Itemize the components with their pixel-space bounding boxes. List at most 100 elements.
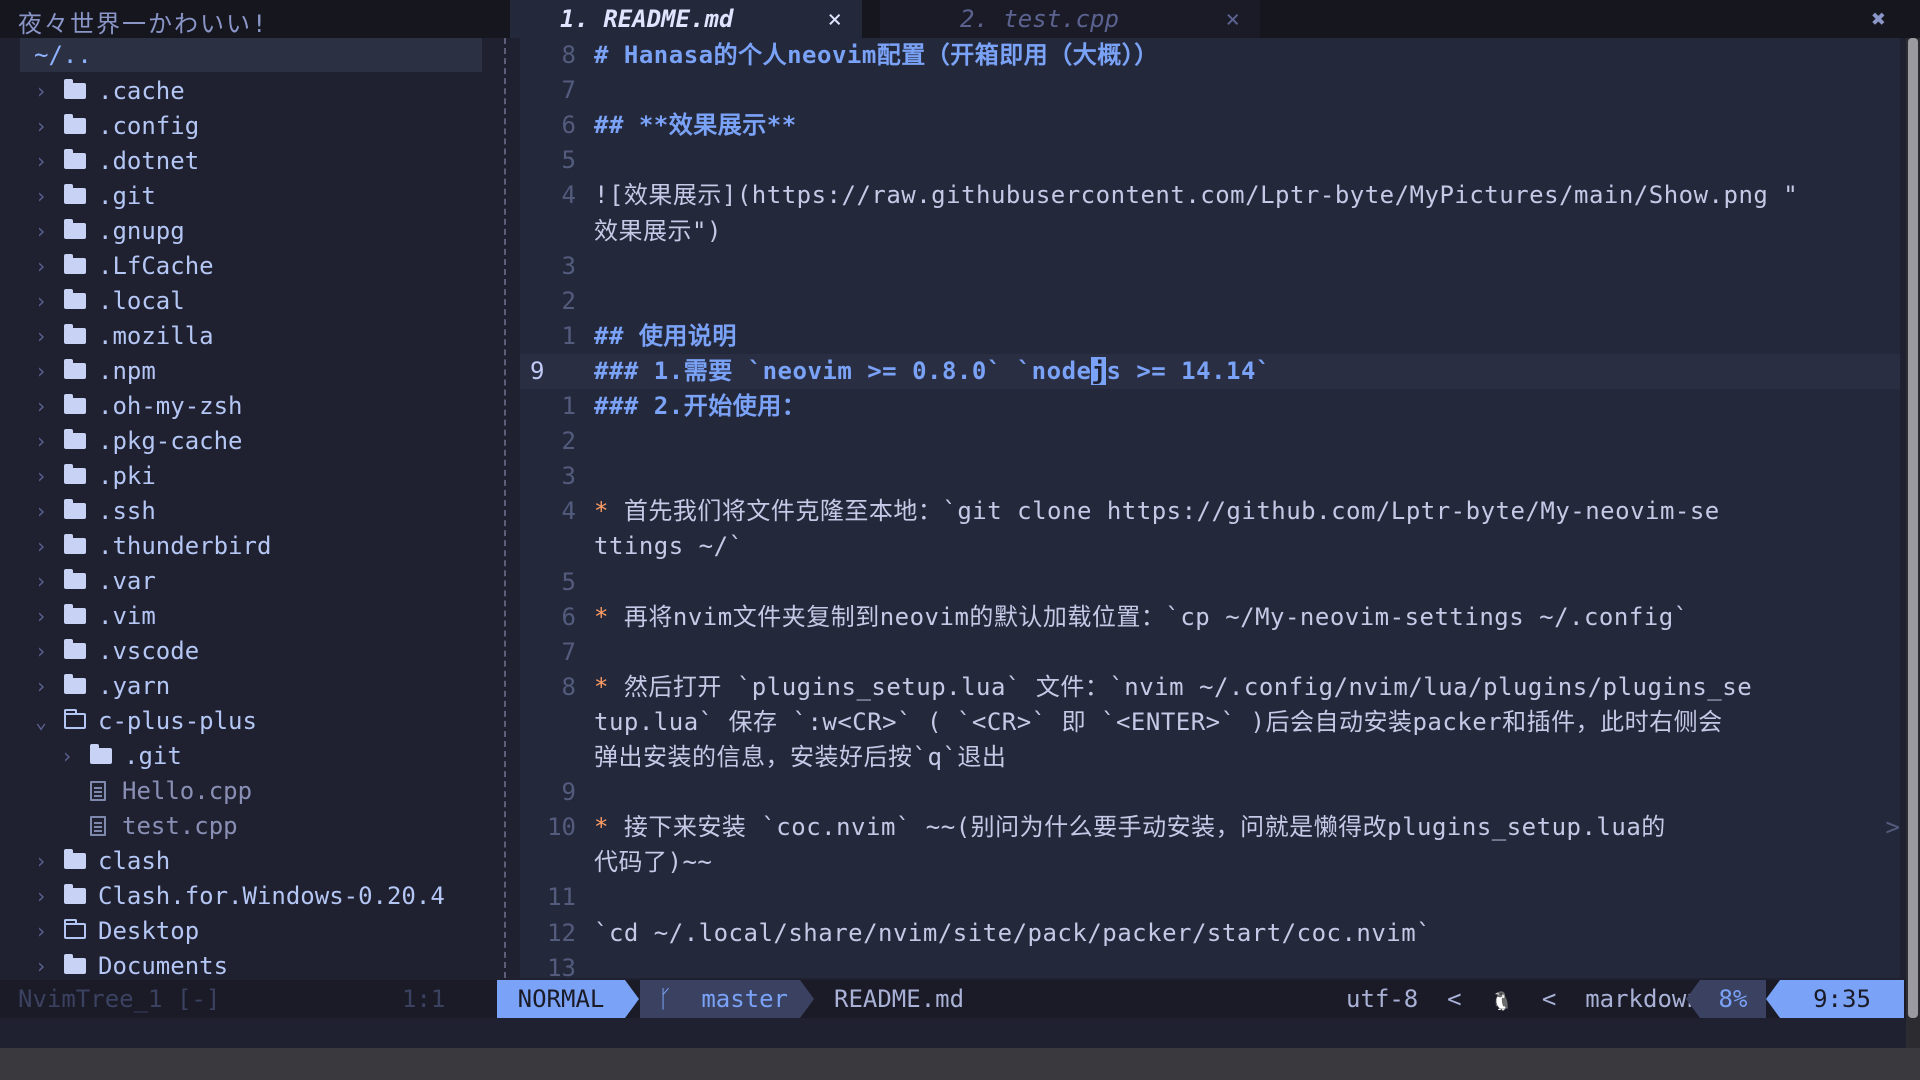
code-line[interactable]: 9 xyxy=(520,775,1900,810)
chevron-right-icon: › xyxy=(34,219,48,243)
tree-folder-item[interactable]: › Documents xyxy=(0,949,488,984)
tree-folder-item[interactable]: › .git xyxy=(0,739,488,774)
code-line[interactable]: 1 ## 使用说明 xyxy=(520,319,1900,354)
code-line[interactable]: 12 `cd ~/.local/share/nvim/site/pack/pac… xyxy=(520,916,1900,951)
tree-folder-item[interactable]: › .pki xyxy=(0,459,488,494)
code-line[interactable]: 代码了)~~ xyxy=(520,845,1900,880)
command-line[interactable] xyxy=(0,1018,1920,1048)
text-segment: ![效果展示](https://raw.githubusercontent.co… xyxy=(594,181,1799,210)
code-line[interactable]: 3 xyxy=(520,459,1900,494)
chevron-down-icon: ⌄ xyxy=(34,709,48,733)
current-line[interactable]: 9 ### 1.需要 `neovim >= 0.8.0` `nodejs >= 1… xyxy=(520,353,1900,389)
text-segment: ## **效果展示** xyxy=(594,111,797,140)
line-number: 1 xyxy=(561,321,576,350)
chevron-right-icon: › xyxy=(34,954,48,978)
code-line[interactable]: 1 ### 2.开始使用： xyxy=(520,389,1900,424)
tree-folder-item[interactable]: › .vscode xyxy=(0,634,488,669)
line-number: 3 xyxy=(561,462,576,491)
code-line[interactable]: 弹出安装的信息，安装好后按`q`退出 xyxy=(520,740,1900,775)
cursor-position: 9:35 xyxy=(1780,980,1904,1018)
line-overflow-indicator: > xyxy=(1885,813,1900,842)
folder-icon xyxy=(64,499,86,519)
folder-icon xyxy=(64,149,86,169)
line-number: 6 xyxy=(561,111,576,140)
encoding: utf-8 xyxy=(1346,985,1419,1013)
code-line[interactable]: 8 # Hanasa的个人neovim配置（开箱即用（大概）） xyxy=(520,38,1900,73)
tab-test-cpp[interactable]: 2. test.cpp × xyxy=(880,0,1260,38)
code-line[interactable]: 5 xyxy=(520,565,1900,600)
folder-icon xyxy=(64,569,86,589)
folder-icon xyxy=(64,534,86,554)
branch-icon: ᚴ xyxy=(658,985,673,1013)
tab-label: 1. README.md xyxy=(560,5,734,33)
line-number: 11 xyxy=(547,883,576,912)
code-line[interactable]: ttings ~/` xyxy=(520,529,1900,564)
window-split[interactable] xyxy=(504,38,506,978)
text-segment: 接下来安装 `coc.nvim` ~~(别问为什么要手动安装，问就是懒得改plu… xyxy=(608,813,1666,842)
chevron-right-icon: › xyxy=(34,499,48,523)
scrollbar[interactable] xyxy=(1906,38,1920,1048)
code-line[interactable]: 2 xyxy=(520,284,1900,319)
code-line[interactable]: 2 xyxy=(520,424,1900,459)
tree-folder-item[interactable]: › .var xyxy=(0,564,488,599)
tree-folder-item[interactable]: › .pkg-cache xyxy=(0,424,488,459)
folder-icon xyxy=(64,114,86,134)
scroll-thumb[interactable] xyxy=(1908,38,1918,1018)
tree-folder-item[interactable]: › Clash.for.Windows-0.20.4 xyxy=(0,879,488,914)
tab-label: 2. test.cpp xyxy=(960,5,1119,33)
line-number: 9 xyxy=(530,356,545,385)
code-line[interactable]: 10 * 接下来安装 `coc.nvim` ~~(别问为什么要手动安装，问就是懒得… xyxy=(520,810,1900,845)
close-icon[interactable]: × xyxy=(828,5,842,33)
editor-buffer[interactable]: 8 # Hanasa的个人neovim配置（开箱即用（大概）） 7 6 ## **效果展… xyxy=(520,38,1900,982)
tree-folder-item[interactable]: › .ssh xyxy=(0,494,488,529)
close-icon[interactable]: × xyxy=(1226,5,1240,33)
text-segment: 代码了)~~ xyxy=(594,848,713,877)
tree-folder-item[interactable]: › .yarn xyxy=(0,669,488,704)
tree-folder-item[interactable]: › Desktop xyxy=(0,914,488,949)
tree-folder-item[interactable]: › .mozilla xyxy=(0,319,488,354)
tree-folder-item[interactable]: › .cache xyxy=(0,74,488,109)
tree-list: › .cache › .config › .dotnet › .git › .gnupg › .LfC… xyxy=(0,74,488,984)
tree-file-item[interactable]: Hello.cpp xyxy=(0,774,488,809)
tree-folder-item[interactable]: › .local xyxy=(0,284,488,319)
code-line[interactable]: tup.lua` 保存 `:w<CR>` ( `<CR>` 即 `<ENTER>… xyxy=(520,705,1900,740)
code-line[interactable]: 6 ## **效果展示** xyxy=(520,108,1900,143)
window-close-icon[interactable]: ✖ xyxy=(1872,5,1886,33)
tree-folder-item[interactable]: › clash xyxy=(0,844,488,879)
tree-folder-item[interactable]: › .gnupg xyxy=(0,214,488,249)
tab-readme[interactable]: 1. README.md × xyxy=(510,0,862,38)
tree-status-position: 1:1 xyxy=(402,985,446,1013)
tree-folder-item[interactable]: › .npm xyxy=(0,354,488,389)
code-line[interactable]: 7 xyxy=(520,635,1900,670)
code-line[interactable]: 4 * 首先我们将文件克隆至本地：`git clone https://githu… xyxy=(520,494,1900,529)
chevron-right-icon: › xyxy=(34,639,48,663)
code-line[interactable]: 3 xyxy=(520,249,1900,284)
code-line[interactable]: 5 xyxy=(520,143,1900,178)
tree-root[interactable]: ~/.. xyxy=(20,38,482,72)
tree-file-item[interactable]: test.cpp xyxy=(0,809,488,844)
tree-folder-item[interactable]: › .vim xyxy=(0,599,488,634)
folder-icon xyxy=(64,464,86,484)
tree-item-name: .pkg-cache xyxy=(98,427,243,455)
tree-folder-item[interactable]: ⌄ c-plus-plus xyxy=(0,704,488,739)
code-line[interactable]: 7 xyxy=(520,73,1900,108)
chevron-right-icon: › xyxy=(34,184,48,208)
code-line[interactable]: 4 ![效果展示](https://raw.githubusercontent.c… xyxy=(520,178,1900,213)
mode-indicator: NORMAL xyxy=(497,980,625,1018)
tree-folder-item[interactable]: › .config xyxy=(0,109,488,144)
tree-folder-item[interactable]: › .oh-my-zsh xyxy=(0,389,488,424)
tree-folder-item[interactable]: › .thunderbird xyxy=(0,529,488,564)
tree-folder-item[interactable]: › .LfCache xyxy=(0,249,488,284)
code-line[interactable]: 8 * 然后打开 `plugins_setup.lua` 文件：`nvim ~/.… xyxy=(520,670,1900,705)
code-line[interactable]: 11 xyxy=(520,880,1900,915)
tree-folder-item[interactable]: › .dotnet xyxy=(0,144,488,179)
code-line[interactable]: 效果展示") xyxy=(520,214,1900,249)
text-segment: ttings ~/` xyxy=(594,532,744,561)
separator-arrow xyxy=(1686,980,1700,1018)
tree-folder-item[interactable]: › .git xyxy=(0,179,488,214)
line-text: ttings ~/` xyxy=(594,529,744,564)
code-line[interactable]: 6 * 再将nvim文件夹复制到neovim的默认加载位置：`cp ~/My-ne… xyxy=(520,600,1900,635)
line-text: `cd ~/.local/share/nvim/site/pack/packer… xyxy=(594,916,1431,951)
text-segment: s >= 14.14` xyxy=(1106,356,1271,385)
file-tree: ~/.. › .cache › .config › .dotnet › .git › .gnupg… xyxy=(0,38,488,980)
